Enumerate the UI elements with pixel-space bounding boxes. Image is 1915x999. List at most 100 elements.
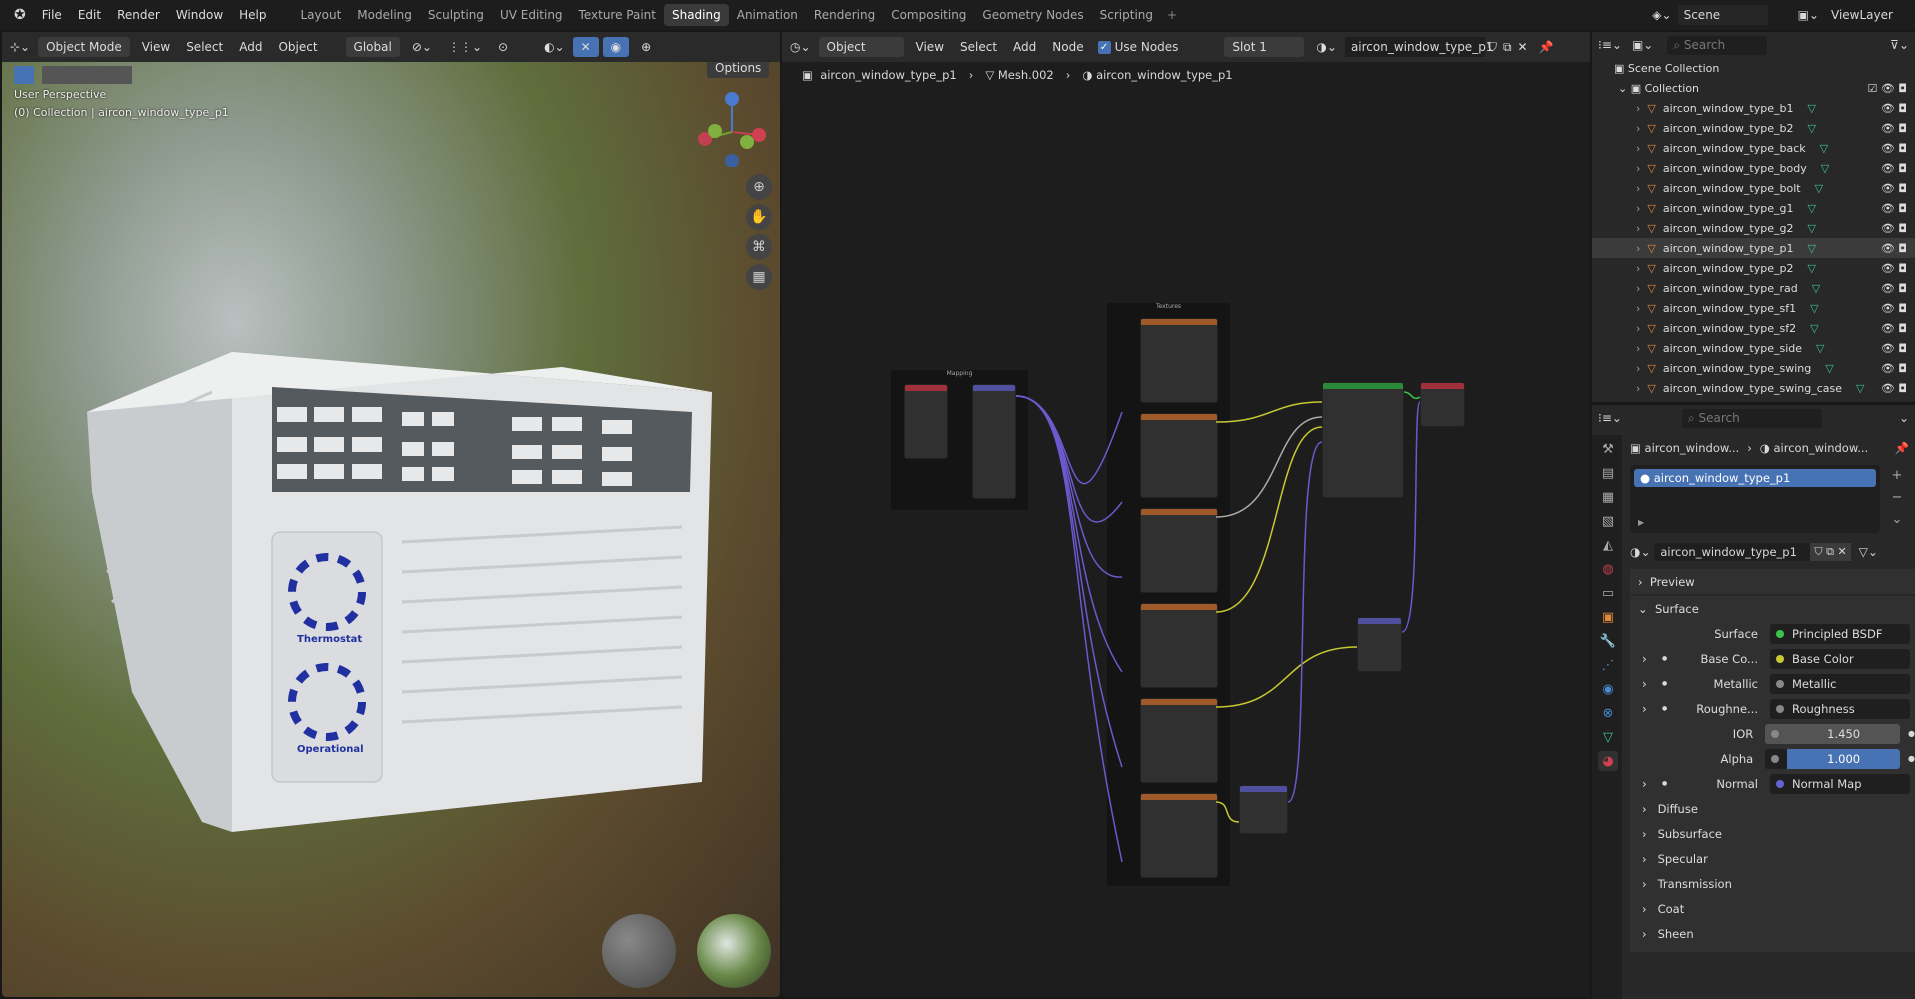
outliner-item[interactable]: › ▽ aircon_window_type_back ▽ 👁 ◘ (1592, 138, 1915, 158)
surface-panel-header[interactable]: ⌄ Surface (1630, 596, 1915, 621)
expand-chevron-icon[interactable]: › (1636, 362, 1647, 375)
tab-rendering[interactable]: Rendering (806, 4, 883, 26)
expand-chevron-icon[interactable]: › (1636, 382, 1647, 395)
menu-help[interactable]: Help (231, 8, 274, 22)
tab-animation[interactable]: Animation (729, 4, 806, 26)
data-icon[interactable]: ▽ (1598, 727, 1618, 747)
tool-icon[interactable]: ⚒ (1598, 439, 1618, 459)
expand-chevron-icon[interactable]: › (1636, 142, 1647, 155)
visibility-icons[interactable]: 👁 ◘ (1881, 182, 1907, 195)
visibility-icons[interactable]: 👁 ◘ (1881, 322, 1907, 335)
keyframe-dot-icon[interactable]: ● (1908, 729, 1915, 738)
scene-icon[interactable]: ◈⌄ (1646, 8, 1677, 22)
chevron-right-icon[interactable]: › (1642, 652, 1647, 666)
editor-type-icon[interactable]: ◷⌄ (782, 40, 819, 54)
ior-field[interactable]: 1.450 (1765, 723, 1901, 744)
input-link-field[interactable]: Base Color (1770, 648, 1910, 669)
outliner-item[interactable]: › ▽ aircon_window_type_rad ▽ 👁 ◘ (1592, 278, 1915, 298)
menu-file[interactable]: File (34, 8, 70, 22)
visibility-icons[interactable]: 👁 ◘ (1881, 382, 1907, 395)
editor-type-icon[interactable]: ⁝≡⌄ (1598, 38, 1622, 52)
expand-chevron-icon[interactable]: › (1636, 102, 1647, 115)
material-icon[interactable]: ◕ (1598, 751, 1618, 771)
expand-chevron-icon[interactable]: › (1636, 262, 1647, 275)
viewport-menu-select[interactable]: Select (178, 40, 231, 54)
physics-icon[interactable]: ◉ (1598, 679, 1618, 699)
object-icon[interactable]: ▣ (1598, 607, 1618, 627)
chevron-right-icon[interactable]: › (1642, 677, 1647, 691)
pin-icon[interactable]: 📌 (1895, 441, 1909, 455)
pan-hand-icon[interactable]: ✋ (746, 204, 772, 230)
pin-icon[interactable]: 📌 (1531, 40, 1562, 54)
visibility-icons[interactable]: 👁 ◘ (1881, 142, 1907, 155)
fake-user-shield-icon[interactable]: ⛉ (1485, 40, 1500, 55)
outliner-search-input[interactable]: ⌕ Search (1667, 35, 1768, 55)
proportional-icon[interactable]: ⊙ (490, 40, 516, 54)
expand-chevron-icon[interactable]: › (1636, 222, 1647, 235)
material-actions-icons[interactable]: ⛉ ⧉ ✕ (1810, 543, 1851, 561)
visibility-icons[interactable]: 👁 ◘ (1881, 222, 1907, 235)
input-link-field[interactable]: Metallic (1770, 673, 1910, 694)
expand-chevron-icon[interactable]: › (1636, 242, 1647, 255)
outliner-item[interactable]: › ▽ aircon_window_type_bolt ▽ 👁 ◘ (1592, 178, 1915, 198)
preview-panel-header[interactable]: › Preview (1630, 569, 1915, 594)
node-editor-canvas[interactable]: ▣ aircon_window_type_p1 › ▽ Mesh.002 › ◑ a… (782, 32, 1590, 997)
outliner-item[interactable]: › ▽ aircon_window_type_swing ▽ 👁 ◘ (1592, 358, 1915, 378)
material-browse-icon[interactable]: ◑⌄ (1630, 545, 1654, 559)
chevron-right-icon[interactable]: › (1642, 702, 1647, 716)
expand-chevron-icon[interactable]: › (1636, 162, 1647, 175)
editor-type-icon[interactable]: ⁝≡⌄ (1598, 411, 1622, 425)
expand-chevron-icon[interactable]: › (1636, 282, 1647, 295)
render-icon[interactable]: ▤ (1598, 463, 1618, 483)
outliner-item[interactable]: › ▽ aircon_window_type_sf2 ▽ 👁 ◘ (1592, 318, 1915, 338)
outliner-item[interactable]: › ▽ aircon_window_type_body ▽ 👁 ◘ (1592, 158, 1915, 178)
tab-texture-paint[interactable]: Texture Paint (571, 4, 664, 26)
material-slot-item[interactable]: ● aircon_window_type_p1 (1634, 469, 1876, 487)
subpanel-sheen[interactable]: › Sheen (1630, 921, 1915, 946)
collection-icon[interactable]: ▭ (1598, 583, 1618, 603)
outliner-item[interactable]: › ▽ aircon_window_type_sf1 ▽ 👁 ◘ (1592, 298, 1915, 318)
modifier-icon[interactable]: 🔧 (1598, 631, 1618, 651)
material-name-field[interactable]: aircon_window_type_p1 (1344, 37, 1493, 57)
output-icon[interactable]: ▦ (1598, 487, 1618, 507)
viewport-menu-object[interactable]: Object (270, 40, 325, 54)
zoom-icon[interactable]: ⊕ (746, 174, 772, 200)
visibility-icons[interactable]: 👁 ◘ (1881, 282, 1907, 295)
world-icon[interactable]: ◍ (1598, 559, 1618, 579)
transform-orientation[interactable]: Global (345, 37, 400, 57)
editor-type-icon[interactable]: ⊹⌄ (2, 40, 38, 54)
subpanel-specular[interactable]: › Specular (1630, 846, 1915, 871)
constraints-icon[interactable]: ⊗ (1598, 703, 1618, 723)
mesh-link-icon[interactable]: ▽⌄ (1859, 545, 1878, 559)
visibility-icon[interactable]: ◐⌄ (536, 40, 573, 54)
visibility-icons[interactable]: 👁 ◘ (1881, 302, 1907, 315)
outliner-item[interactable]: › ▽ aircon_window_type_g2 ▽ 👁 ◘ (1592, 218, 1915, 238)
view-layer-icon[interactable]: ▣⌄ (1768, 8, 1825, 22)
subpanel-subsurface[interactable]: › Subsurface (1630, 821, 1915, 846)
properties-search-input[interactable]: ⌕ Search (1681, 408, 1822, 428)
tab-shading[interactable]: Shading (663, 4, 729, 26)
use-nodes-checkbox[interactable]: ✓ (1097, 40, 1111, 54)
alpha-slider[interactable]: 1.000 (1765, 748, 1901, 769)
menu-window[interactable]: Window (168, 8, 231, 22)
tab-compositing[interactable]: Compositing (883, 4, 974, 26)
scene-name[interactable]: Scene (1677, 5, 1768, 25)
material-name-field[interactable]: aircon_window_type_p1 (1654, 543, 1811, 561)
tab-scripting[interactable]: Scripting (1092, 4, 1161, 26)
material-slot-list[interactable]: ● aircon_window_type_p1 ▶ (1630, 465, 1880, 533)
visibility-icons[interactable]: 👁 ◘ (1881, 342, 1907, 355)
snap-icon[interactable]: ⋮⋮⌄ (440, 40, 490, 54)
outliner-item[interactable]: › ▽ aircon_window_type_g1 ▽ 👁 ◘ (1592, 198, 1915, 218)
node-menu-select[interactable]: Select (952, 40, 1005, 54)
mode-select[interactable]: Object Mode (38, 37, 130, 57)
node-menu-view[interactable]: View (908, 40, 952, 54)
expand-arrow-icon[interactable]: ▶ (1638, 518, 1644, 527)
visibility-icons[interactable]: 👁 ◘ (1881, 202, 1907, 215)
scene-collection-row[interactable]: ▣ Scene Collection (1592, 58, 1915, 78)
tab-layout[interactable]: Layout (293, 4, 350, 26)
expand-chevron-icon[interactable]: › (1636, 302, 1647, 315)
view-layer-icon[interactable]: ▧ (1598, 511, 1618, 531)
tab-geometry-nodes[interactable]: Geometry Nodes (974, 4, 1091, 26)
navigation-gizmo[interactable] (687, 87, 777, 167)
input-link-field[interactable]: Roughness (1770, 698, 1910, 719)
